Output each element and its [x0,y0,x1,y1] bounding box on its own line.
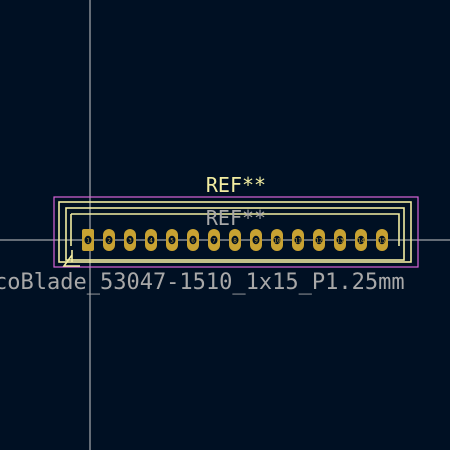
pad-number: 5 [170,238,174,245]
pad-row: 1 2 3 4 5 6 7 8 9 10 11 12 13 14 15 [82,229,388,251]
pad[interactable]: 6 [187,229,199,251]
pad[interactable]: 3 [124,229,136,251]
reference-designator-fab[interactable]: REF** [206,206,266,230]
pad[interactable]: 8 [229,229,241,251]
pad[interactable]: 15 [376,229,388,251]
footprint-view[interactable]: 1 2 3 4 5 6 7 8 9 10 11 12 13 14 15 REF** REF** coBlad… [0,0,450,450]
pad[interactable]: 14 [355,229,367,251]
pad-number: 15 [378,238,386,245]
pad-number: 7 [212,238,216,245]
reference-designator-silkscreen[interactable]: REF** [206,173,266,197]
pad-number: 11 [294,238,302,245]
pad-number: 12 [315,238,323,245]
pad[interactable]: 4 [145,229,157,251]
pad[interactable]: 2 [103,229,115,251]
pad[interactable]: 12 [313,229,325,251]
pad-number: 4 [149,238,153,245]
pcb-canvas[interactable]: 1 2 3 4 5 6 7 8 9 10 11 12 13 14 15 REF** REF** coBlad… [0,0,450,450]
pad[interactable]: 9 [250,229,262,251]
pad-number: 9 [254,238,258,245]
pad[interactable]: 13 [334,229,346,251]
pad-number: 1 [86,238,90,245]
pad-number: 8 [233,238,237,245]
pad-number: 14 [357,238,365,245]
pad[interactable]: 7 [208,229,220,251]
pad[interactable]: 11 [292,229,304,251]
pad[interactable]: 1 [82,229,94,251]
footprint-value-text[interactable]: coBlade_53047-1510_1x15_P1.25mm [0,270,405,295]
pad-number: 13 [336,238,344,245]
pad-number: 3 [128,238,132,245]
pad-number: 10 [273,238,281,245]
pad-number: 2 [107,238,111,245]
pad[interactable]: 5 [166,229,178,251]
pad[interactable]: 10 [271,229,283,251]
pad-number: 6 [191,238,195,245]
